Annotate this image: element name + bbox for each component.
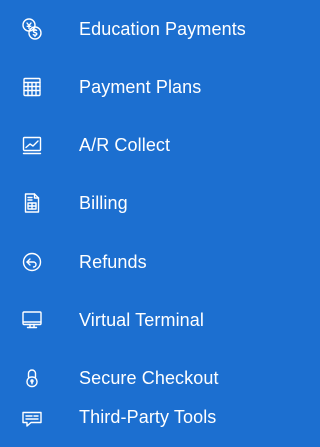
calendar-grid-icon xyxy=(19,74,45,100)
menu-item-third-party-tools[interactable]: Third-Party Tools xyxy=(0,378,286,436)
currency-exchange-icon xyxy=(19,16,45,42)
menu-item-ar-collect[interactable]: A/R Collect xyxy=(0,116,286,174)
menu-item-label: Third-Party Tools xyxy=(79,407,217,427)
menu-item-label: A/R Collect xyxy=(79,135,171,155)
menu-item-refunds[interactable]: Refunds xyxy=(0,233,286,291)
menu-item-label: Education Payments xyxy=(79,19,246,39)
chat-tools-icon xyxy=(19,408,45,434)
line-chart-icon xyxy=(19,132,45,158)
menu-item-label: Payment Plans xyxy=(79,77,202,97)
menu-item-label: Virtual Terminal xyxy=(79,310,204,330)
side-menu: Education Payments Payment Plans A/R Col… xyxy=(0,0,286,447)
menu-item-label: Refunds xyxy=(79,252,147,272)
menu-item-label: Billing xyxy=(79,193,128,213)
monitor-icon xyxy=(19,307,45,333)
menu-item-billing[interactable]: Billing xyxy=(0,174,286,232)
menu-item-education-payments[interactable]: Education Payments xyxy=(0,0,286,58)
menu-item-virtual-terminal[interactable]: Virtual Terminal xyxy=(0,291,286,349)
menu-item-payment-plans[interactable]: Payment Plans xyxy=(0,58,286,116)
refund-arrow-icon xyxy=(19,249,45,275)
invoice-icon xyxy=(19,190,45,216)
